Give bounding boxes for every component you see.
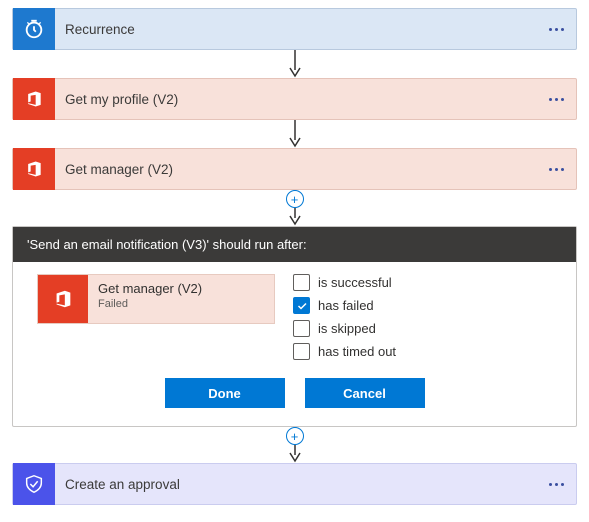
predecessor-title: Get manager (V2) (98, 281, 202, 296)
step-title: Recurrence (65, 22, 135, 37)
flow-arrow (12, 50, 577, 78)
ellipsis-icon (549, 28, 552, 31)
predecessor-card: Get manager (V2) Failed (37, 274, 275, 324)
condition-label: has timed out (318, 344, 396, 359)
office-icon (13, 78, 55, 120)
checkbox-icon (293, 320, 310, 337)
flow-arrow: + (12, 427, 577, 463)
condition-label: is skipped (318, 321, 376, 336)
step-create-approval[interactable]: Create an approval (12, 463, 577, 505)
checkbox-icon (293, 274, 310, 291)
condition-label: is successful (318, 275, 392, 290)
step-title: Get my profile (V2) (65, 92, 178, 107)
step-get-manager[interactable]: Get manager (V2) (12, 148, 577, 190)
step-title: Get manager (V2) (65, 162, 173, 177)
clock-icon (13, 8, 55, 50)
step-menu-button[interactable] (549, 149, 564, 189)
checkbox-icon (293, 297, 310, 314)
step-menu-button[interactable] (549, 9, 564, 49)
checkbox-icon (293, 343, 310, 360)
step-menu-button[interactable] (549, 79, 564, 119)
add-step-button[interactable]: + (286, 427, 304, 445)
run-after-conditions: is successful has failed is skipped has … (293, 274, 552, 360)
flow-arrow: + (12, 190, 577, 226)
step-title: Create an approval (65, 477, 180, 492)
cancel-button[interactable]: Cancel (305, 378, 425, 408)
add-step-button[interactable]: + (286, 190, 304, 208)
condition-is-successful[interactable]: is successful (293, 274, 552, 291)
condition-is-skipped[interactable]: is skipped (293, 320, 552, 337)
ellipsis-icon (549, 483, 552, 486)
step-recurrence[interactable]: Recurrence (12, 8, 577, 50)
step-get-my-profile[interactable]: Get my profile (V2) (12, 78, 577, 120)
ellipsis-icon (549, 98, 552, 101)
step-menu-button[interactable] (549, 464, 564, 504)
run-after-header: 'Send an email notification (V3)' should… (13, 227, 576, 262)
condition-has-timed-out[interactable]: has timed out (293, 343, 552, 360)
done-button[interactable]: Done (165, 378, 285, 408)
predecessor-status: Failed (98, 298, 202, 310)
approval-icon (13, 463, 55, 505)
flow-arrow (12, 120, 577, 148)
office-icon (13, 148, 55, 190)
ellipsis-icon (549, 168, 552, 171)
run-after-panel: 'Send an email notification (V3)' should… (12, 226, 577, 427)
condition-label: has failed (318, 298, 374, 313)
condition-has-failed[interactable]: has failed (293, 297, 552, 314)
office-icon (38, 275, 88, 323)
